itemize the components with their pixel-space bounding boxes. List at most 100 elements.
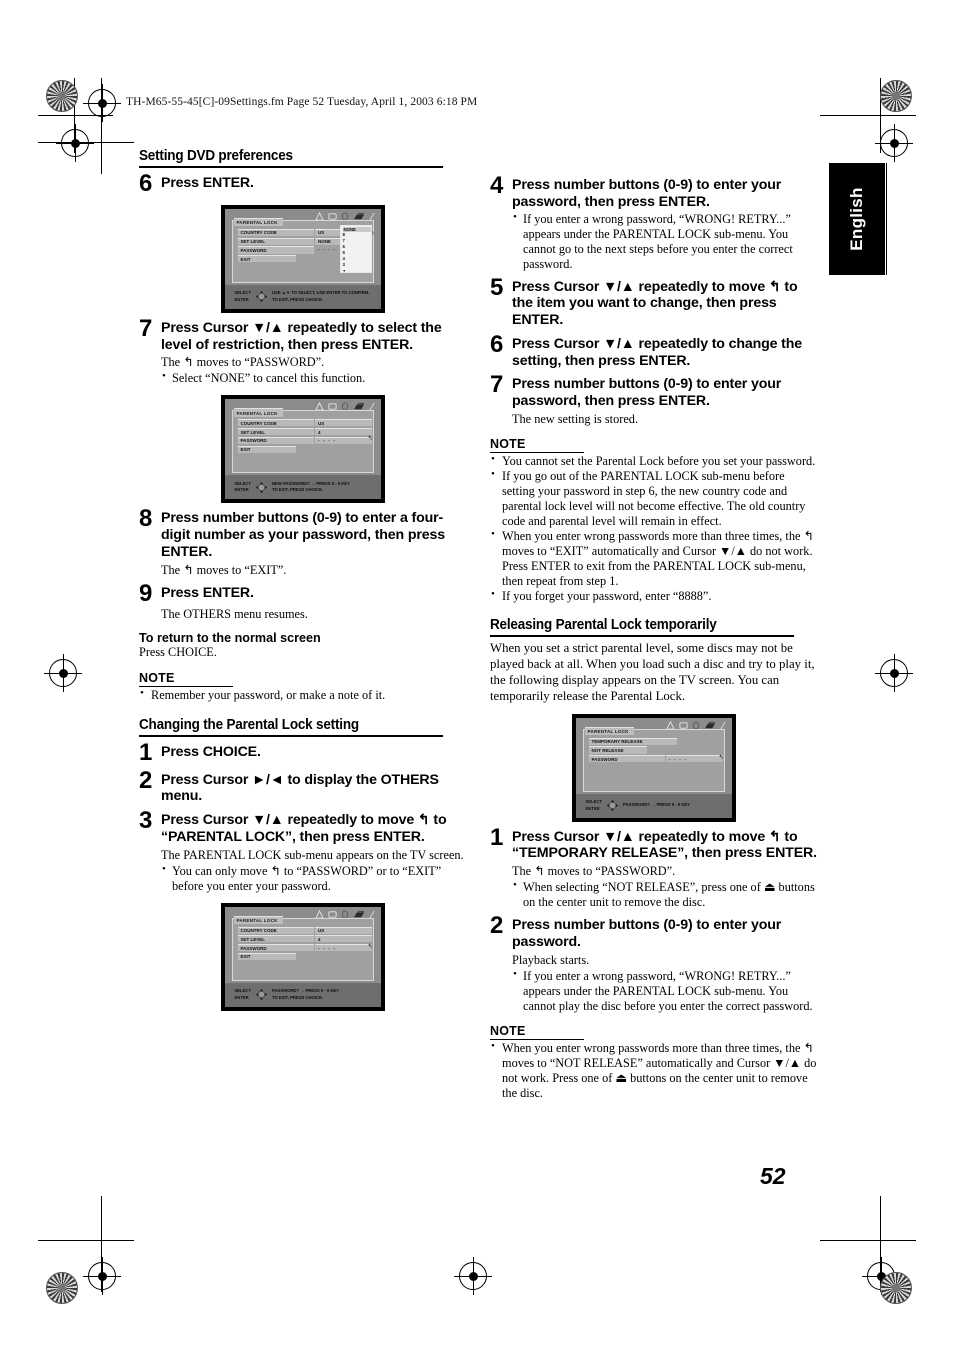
tv-row-value: US xyxy=(315,926,372,934)
return-to-normal-text: Press CHOICE. xyxy=(139,645,217,660)
note-heading-left: NOTE xyxy=(139,671,233,687)
tv-row-label: SET LEVEL xyxy=(237,935,314,943)
tv-row: PASSWORD - - - - xyxy=(237,944,372,952)
step-8-text: Press number buttons (0-9) to enter a fo… xyxy=(161,510,445,560)
release-step-2-text: Press number buttons (0-9) to enter your… xyxy=(512,917,782,950)
tv-row: EXIT xyxy=(237,952,372,961)
tv-title-1: PARENTAL LOCK xyxy=(233,217,283,227)
step-7-sub: The ↰ moves to “PASSWORD”. xyxy=(161,355,325,370)
bullet-item: You can only move ↰ to “PASSWORD” or to … xyxy=(161,863,466,894)
color-target-top-right xyxy=(880,80,912,112)
color-target-bottom-right xyxy=(880,1272,912,1304)
tv-row-value: - - - - xyxy=(315,436,372,445)
step-8-sub: The ↰ moves to “EXIT”. xyxy=(161,562,287,577)
tv-row-label: COUNTRY CODE xyxy=(237,926,314,934)
tv-status-msg-line2: TO EXIT, PRESS CHOICE. xyxy=(272,487,323,493)
tv-pointer-icon: ↰ xyxy=(367,943,373,950)
registration-mark-mid-left xyxy=(44,654,82,692)
tv-status-labels: SELECT ENTER xyxy=(235,988,252,1001)
tv-status-labels: SELECT ENTER xyxy=(235,290,252,303)
step-5-text: Press Cursor ▼/▲ repeatedly to move ↰ to… xyxy=(512,278,798,329)
tv-status-enter: ENTER xyxy=(234,994,249,1000)
tv-status-bar-2: SELECT ENTER NEW PASSWORD? → PRESS 0 - 9… xyxy=(224,475,381,500)
running-head: TH-M65-55-45[C]-09Settings.fm Page 52 Tu… xyxy=(126,96,478,108)
tv-row-value: US xyxy=(315,419,372,427)
color-target-bottom-left xyxy=(46,1272,78,1304)
note-bullets-right-1: You cannot set the Parental Lock before … xyxy=(490,453,817,604)
step-6-number: 6 xyxy=(139,170,153,197)
step-7-bullets: Select “NONE” to cancel this function. xyxy=(161,370,466,386)
tv-status-enter: ENTER xyxy=(234,296,249,302)
tv-title-2: PARENTAL LOCK xyxy=(233,408,283,417)
tv-row: TEMPORARY RELEASE xyxy=(588,737,723,745)
tv-row-label: PASSWORD xyxy=(588,755,665,763)
tv-row: PASSWORD - - - - xyxy=(588,755,723,763)
release-step-1: 1 Press Cursor ▼/▲ repeatedly to move ↰ … xyxy=(490,825,817,863)
step-2-changing: 2 Press Cursor ►/◄ to display the OTHERS… xyxy=(139,766,466,806)
step-7-text: Press number buttons (0-9) to enter your… xyxy=(512,376,782,409)
language-tab-rule xyxy=(886,163,887,275)
bullet-item: If you enter a wrong password, “WRONG! R… xyxy=(512,968,817,1014)
step-2-text: Press Cursor ►/◄ to display the OTHERS m… xyxy=(161,771,439,805)
language-tab-label: English xyxy=(847,187,866,251)
step-1-changing: 1 Press CHOICE. xyxy=(139,740,466,765)
step-7-text: Press Cursor ▼/▲ repeatedly to select th… xyxy=(161,319,442,353)
chevron-down-icon: ▼ xyxy=(342,268,346,273)
tv-dropdown-set-level: NONE 8 7 6 5 4 3 ▼ xyxy=(339,224,372,273)
tv-status-select: SELECT xyxy=(234,988,252,993)
step-5: 5 Press Cursor ▼/▲ repeatedly to move ↰ … xyxy=(490,273,817,329)
step-2-number: 2 xyxy=(139,766,153,794)
tv-row-value: 4 xyxy=(315,935,372,943)
return-to-normal-heading: To return to the normal screen xyxy=(139,631,321,646)
step-4-number: 4 xyxy=(490,172,504,199)
tv-status-msg-line1: PASSWORD? → PRESS 0 - 9 KEY xyxy=(272,988,339,993)
tv-row-label: TEMPORARY RELEASE xyxy=(588,737,677,745)
release-step-1-sub: The ↰ moves to “PASSWORD”. xyxy=(512,864,676,879)
tv-row-label: COUNTRY CODE xyxy=(237,419,314,427)
step-8-number: 8 xyxy=(139,505,153,533)
tv-row-label: COUNTRY CODE xyxy=(237,228,314,236)
bullet-item: If you enter a wrong password, “WRONG! R… xyxy=(512,211,817,272)
tv-screen-parental-lock-level: PARENTAL LOCK COUNTRY CODE US SET LEVEL … xyxy=(220,395,385,504)
release-step-1-bullets: When selecting “NOT RELEASE”, press one … xyxy=(512,879,817,910)
crop-mark-bl-h xyxy=(38,1240,134,1241)
step-1-text: Press CHOICE. xyxy=(161,743,261,760)
step-6-right: 6 Press Cursor ▼/▲ repeatedly to change … xyxy=(490,332,817,370)
tv-status-bar-1: SELECT ENTER USE ▲▼ TO SELECT, USE ENTER… xyxy=(224,284,381,309)
step-9: 9 Press ENTER. xyxy=(139,579,466,607)
tv-rows-4: TEMPORARY RELEASE NOT RELEASE PASSWORD -… xyxy=(588,737,723,764)
tv-status-select: SELECT xyxy=(585,799,603,805)
page-number: 52 xyxy=(760,1163,786,1189)
dpad-icon xyxy=(606,799,619,812)
bullet-item: When you enter wrong passwords more than… xyxy=(490,1040,817,1101)
tv-row: EXIT xyxy=(237,445,372,453)
tv-row-label: EXIT xyxy=(237,445,296,453)
step-4: 4 Press number buttons (0-9) to enter yo… xyxy=(490,172,817,211)
step-6-text: Press ENTER. xyxy=(161,175,254,191)
tv-row-value: - - - - xyxy=(666,755,723,763)
tv-row: COUNTRY CODE US xyxy=(237,419,372,427)
bullet-item: When you enter wrong passwords more than… xyxy=(490,528,817,589)
bullet-item: If you forget your password, enter “8888… xyxy=(490,588,817,604)
tv-inner-3: PARENTAL LOCK COUNTRY CODE US SET LEVEL … xyxy=(224,906,381,1007)
step-4-text: Press number buttons (0-9) to enter your… xyxy=(512,177,782,210)
dpad-icon xyxy=(255,988,268,1001)
tv-status-message: USE ▲▼ TO SELECT, USE ENTER TO CONFIRM. … xyxy=(272,290,369,303)
tv-status-msg-line1: USE ▲▼ TO SELECT, USE ENTER TO CONFIRM. xyxy=(272,290,370,296)
tv-row: NOT RELEASE xyxy=(588,746,723,754)
crop-mark-tr-h xyxy=(820,115,916,116)
step-7-number: 7 xyxy=(490,371,504,399)
step-7: 7 Press Cursor ▼/▲ repeatedly to select … xyxy=(139,316,466,354)
step-9-number: 9 xyxy=(139,579,153,607)
step-5-number: 5 xyxy=(490,273,504,301)
tv-row: SET LEVEL 4 xyxy=(237,428,372,436)
dpad-icon xyxy=(255,481,268,494)
step-3-text: Press Cursor ▼/▲ repeatedly to move ↰ to… xyxy=(161,812,447,845)
tv-status-message: PASSWORD? → PRESS 0 - 9 KEY xyxy=(623,802,690,809)
tv-screen-parental-lock-country: PARENTAL LOCK COUNTRY CODE US SET LEVEL … xyxy=(220,204,385,313)
registration-mark-bottom-left xyxy=(83,1257,121,1295)
bullet-item: You cannot set the Parental Lock before … xyxy=(490,453,817,469)
bullet-item: Select “NONE” to cancel this function. xyxy=(161,370,466,386)
step-6-text: Press Cursor ▼/▲ repeatedly to change th… xyxy=(512,335,803,369)
tv-inner-1: PARENTAL LOCK COUNTRY CODE US SET LEVEL … xyxy=(224,208,381,309)
